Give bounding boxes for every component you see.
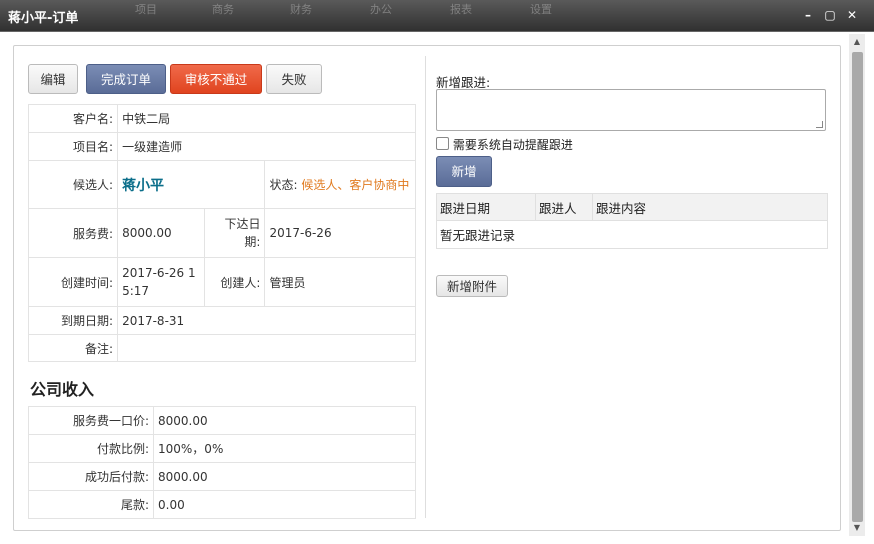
scroll-up-icon[interactable]: ▲: [849, 34, 865, 50]
status-cell: 状态: 候选人、客户协商中: [264, 160, 416, 209]
auto-remind-row: 需要系统自动提醒跟进: [436, 136, 573, 153]
scroll-down-icon[interactable]: ▼: [849, 520, 865, 536]
table-row: 候选人: 蒋小平 状态: 候选人、客户协商中: [27, 160, 416, 209]
candidate-label: 候选人:: [27, 160, 119, 209]
add-followup-button[interactable]: 新增: [436, 156, 492, 187]
note-label: 备注:: [27, 334, 119, 362]
add-attachment-button[interactable]: 新增附件: [436, 275, 508, 297]
table-row: 备注:: [27, 334, 416, 362]
creator-label: 创建人:: [204, 257, 266, 307]
customer-label: 客户名:: [27, 104, 119, 133]
bg-nav-item: 办公: [370, 3, 392, 16]
dialog-content: 编辑 完成订单 审核不通过 失败 客户名: 中铁二局 项目名: 一级建造师 候选…: [13, 45, 841, 531]
window-titlebar: 项目 商务 财务 办公 报表 设置 蒋小平-订单 – ▢ ✕: [0, 0, 874, 32]
background-nav: 项目 商务 财务 办公 报表 设置: [0, 0, 874, 32]
status-value: 候选人、客户协商中: [301, 177, 410, 192]
column-header: 跟进人: [535, 193, 593, 221]
created-value: 2017-6-26 15:17: [117, 257, 206, 307]
bg-nav-item: 报表: [450, 3, 472, 16]
expire-value: 2017-8-31: [117, 306, 416, 335]
vertical-scrollbar[interactable]: ▲ ▼: [849, 34, 865, 536]
bg-nav-item: 设置: [530, 3, 552, 16]
income-label: 成功后付款:: [28, 462, 154, 491]
table-row: 创建时间: 2017-6-26 15:17 创建人: 管理员: [27, 257, 416, 307]
income-table: 服务费一口价: 8000.00 付款比例: 100%，0% 成功后付款: 800…: [28, 406, 416, 519]
complete-order-button[interactable]: 完成订单: [86, 64, 166, 94]
income-value: 0.00: [153, 490, 416, 519]
fail-button[interactable]: 失败: [266, 64, 322, 94]
income-value: 100%，0%: [153, 434, 416, 463]
order-date-value: 2017-6-26: [264, 208, 416, 258]
project-label: 项目名:: [27, 132, 119, 161]
income-label: 付款比例:: [28, 434, 154, 463]
created-label: 创建时间:: [27, 257, 119, 307]
bg-nav-item: 财务: [290, 3, 312, 16]
note-value: [117, 334, 416, 362]
expire-label: 到期日期:: [27, 306, 119, 335]
table-header-row: 跟进日期 跟进人 跟进内容: [436, 193, 828, 221]
income-section-title: 公司收入: [30, 380, 95, 399]
fee-value: 8000.00: [117, 208, 206, 258]
table-row: 项目名: 一级建造师: [27, 132, 416, 161]
customer-value: 中铁二局: [117, 104, 416, 133]
resize-grip-icon[interactable]: [816, 121, 823, 128]
income-value: 8000.00: [153, 462, 416, 491]
column-header: 跟进内容: [592, 193, 828, 221]
table-row: 到期日期: 2017-8-31: [27, 306, 416, 335]
table-row: 客户名: 中铁二局: [27, 104, 416, 133]
empty-followup-text: 暂无跟进记录: [436, 220, 828, 249]
income-label: 尾款:: [28, 490, 154, 519]
creator-value: 管理员: [264, 257, 416, 307]
table-row: 尾款: 0.00: [28, 490, 416, 519]
reject-button[interactable]: 审核不通过: [170, 64, 262, 94]
order-info-table: 客户名: 中铁二局 项目名: 一级建造师 候选人: 蒋小平 状态: 候选人、客户…: [27, 104, 416, 362]
order-date-label: 下达日期:: [204, 208, 266, 258]
auto-remind-checkbox[interactable]: [436, 137, 449, 150]
status-label: 状态:: [269, 177, 298, 192]
window-title: 蒋小平-订单: [8, 11, 79, 26]
close-icon[interactable]: ✕: [844, 7, 860, 23]
bg-nav-item: 项目: [135, 3, 157, 16]
column-divider: [425, 56, 426, 518]
fee-label: 服务费:: [27, 208, 119, 258]
auto-remind-label: 需要系统自动提醒跟进: [452, 138, 573, 152]
candidate-value[interactable]: 蒋小平: [117, 160, 266, 209]
bg-nav-item: 商务: [212, 3, 234, 16]
table-row: 服务费一口价: 8000.00: [28, 406, 416, 435]
table-row: 服务费: 8000.00 下达日期: 2017-6-26: [27, 208, 416, 258]
table-row: 成功后付款: 8000.00: [28, 462, 416, 491]
table-row: 暂无跟进记录: [436, 220, 828, 249]
edit-button[interactable]: 编辑: [28, 64, 78, 94]
table-row: 付款比例: 100%，0%: [28, 434, 416, 463]
followup-table: 跟进日期 跟进人 跟进内容 暂无跟进记录: [436, 193, 828, 249]
minimize-icon[interactable]: –: [800, 7, 816, 23]
maximize-icon[interactable]: ▢: [822, 7, 838, 23]
income-value: 8000.00: [153, 406, 416, 435]
project-value: 一级建造师: [117, 132, 416, 161]
income-label: 服务费一口价:: [28, 406, 154, 435]
column-header: 跟进日期: [436, 193, 536, 221]
followup-textarea[interactable]: [436, 89, 826, 131]
scrollbar-thumb[interactable]: [852, 52, 863, 522]
